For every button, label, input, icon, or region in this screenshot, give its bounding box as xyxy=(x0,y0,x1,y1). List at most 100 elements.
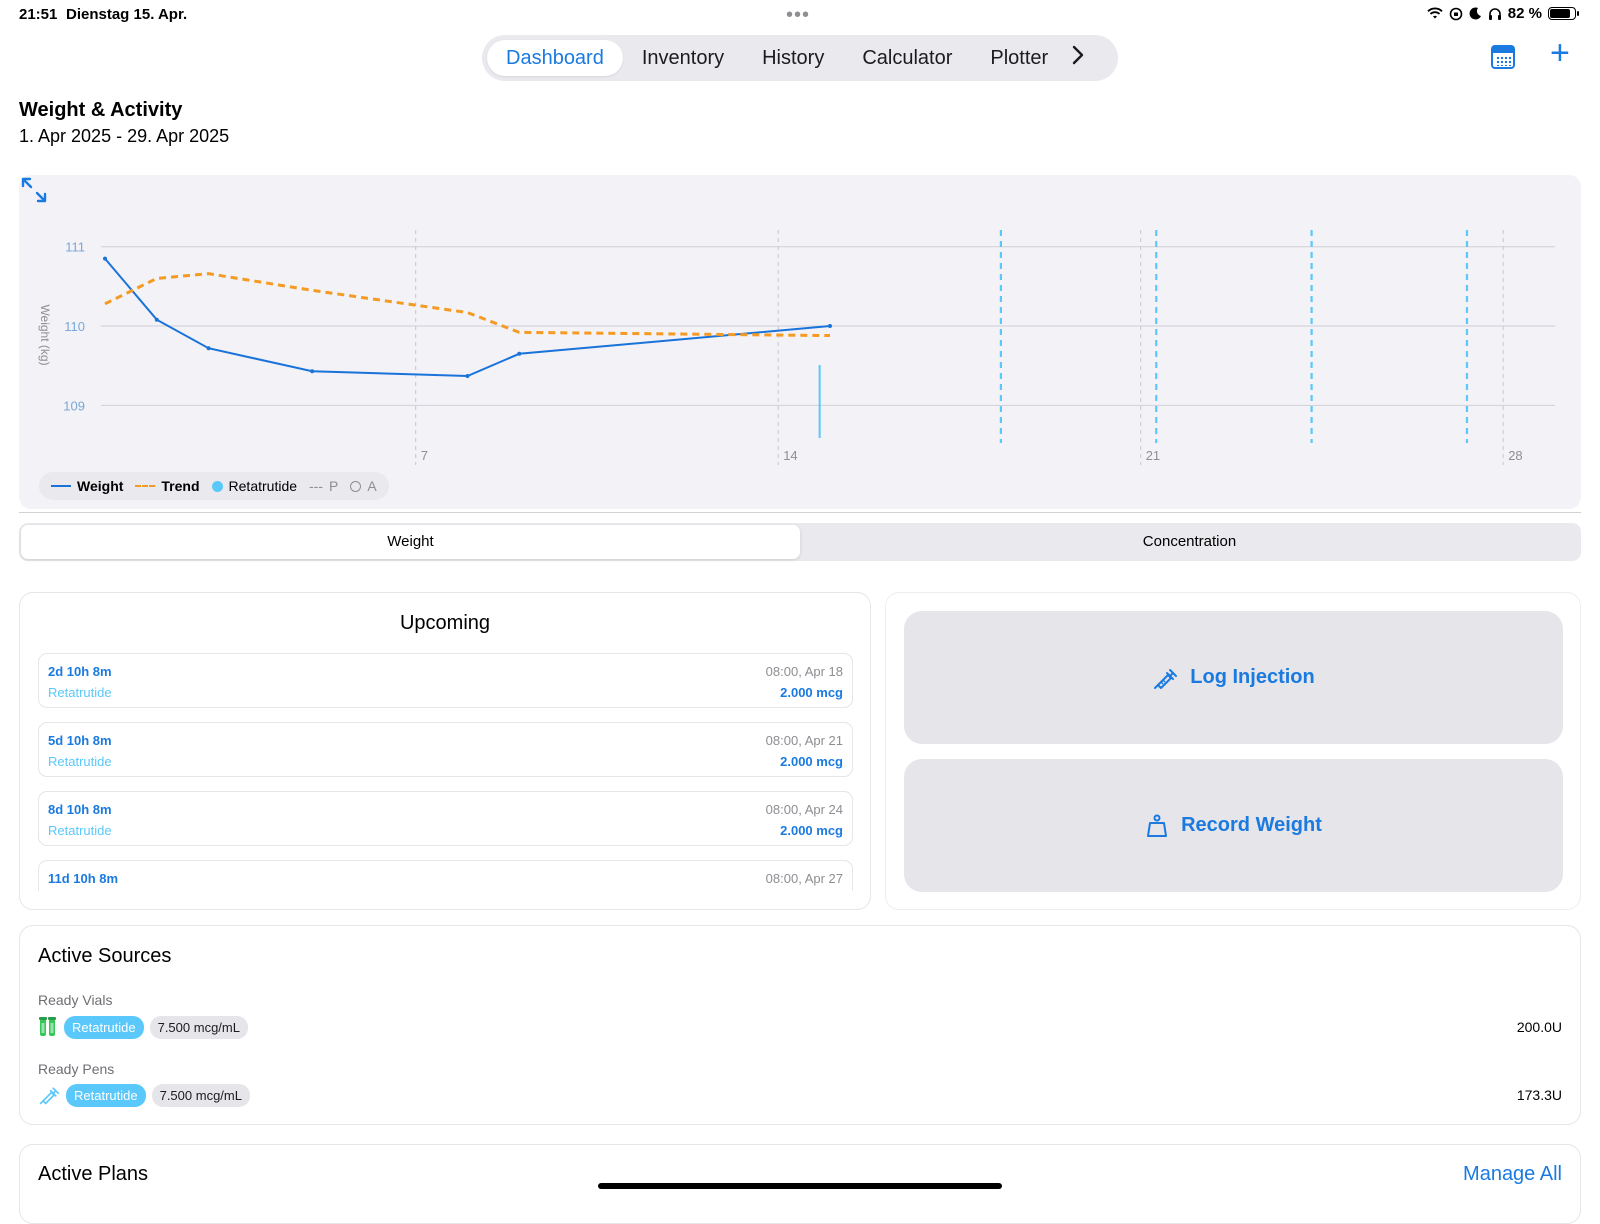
upcoming-countdown: 2d 10h 8m xyxy=(48,664,112,679)
segment-weight[interactable]: Weight xyxy=(21,525,800,559)
weight-point xyxy=(103,256,107,261)
tab-calculator[interactable]: Calculator xyxy=(843,40,971,76)
manage-all-link[interactable]: Manage All xyxy=(1463,1163,1562,1186)
y-tick-label: 110 xyxy=(64,319,85,334)
weight-point xyxy=(154,317,159,322)
orientation-lock-icon xyxy=(1449,7,1463,20)
upcoming-list[interactable]: 2d 10h 8m Retatrutide 08:00, Apr 18 2.000 m… xyxy=(38,653,853,891)
upcoming-item[interactable]: 11d 10h 8m 08:00, Apr 27 xyxy=(38,860,853,891)
upcoming-drug: Retatrutide xyxy=(48,754,112,769)
wifi-icon xyxy=(1427,7,1443,19)
home-indicator[interactable] xyxy=(598,1183,1002,1189)
weight-point xyxy=(828,324,832,329)
legend-p-label: P xyxy=(329,478,339,494)
headphones-icon xyxy=(1488,7,1501,20)
weight-point xyxy=(206,346,211,351)
record-weight-button[interactable]: Record Weight xyxy=(904,759,1563,892)
pen-source-row[interactable]: Retatrutide 7.500 mcg/mL 173.3U xyxy=(38,1083,1562,1107)
log-injection-button[interactable]: Log Injection xyxy=(904,611,1563,744)
chart-mode-segment: Weight Concentration xyxy=(19,523,1581,561)
upcoming-time: 08:00, Apr 21 xyxy=(765,733,843,748)
weight-point xyxy=(517,351,522,356)
status-time: 21:51 xyxy=(19,6,58,23)
weight-point xyxy=(310,369,315,374)
vial-amount: 200.0U xyxy=(1516,1019,1562,1035)
upcoming-title: Upcoming xyxy=(399,612,491,634)
record-weight-label: Record Weight xyxy=(1181,814,1322,836)
upcoming-drug: Retatrutide xyxy=(48,823,112,838)
tab-bar: Dashboard Inventory History Calculator Plott… xyxy=(482,35,1118,81)
pen-concentration-badge: 7.500 mcg/mL xyxy=(151,1083,250,1107)
battery-percent: 82 % xyxy=(1507,5,1542,22)
x-tick-label: 21 xyxy=(1146,448,1160,463)
pen-amount: 173.3U xyxy=(1516,1087,1562,1103)
log-injection-label: Log Injection xyxy=(1190,666,1315,688)
upcoming-dose: 2.000 mcg xyxy=(780,685,843,700)
legend-weight-label: Weight xyxy=(77,478,124,494)
upcoming-dose: 2.000 mcg xyxy=(780,823,843,838)
vial-source-row[interactable]: Retatrutide 7.500 mcg/mL 200.0U xyxy=(38,1015,1562,1039)
upcoming-drug: Retatrutide xyxy=(48,685,112,700)
legend-line-swatch xyxy=(51,485,71,487)
ready-vials-label: Ready Vials xyxy=(38,992,113,1008)
battery-icon xyxy=(1548,7,1579,20)
legend-retatrutide: Retatrutide xyxy=(211,478,298,494)
upcoming-dose: 2.000 mcg xyxy=(780,754,843,769)
upcoming-time: 08:00, Apr 18 xyxy=(765,664,843,679)
chart-svg: 109 110 111 7 14 21 28 Weight (kg) xyxy=(38,230,1555,465)
expand-icon[interactable] xyxy=(19,175,49,205)
upcoming-item[interactable]: 5d 10h 8m Retatrutide 08:00, Apr 21 2.000 m… xyxy=(38,722,853,777)
upcoming-item[interactable]: 8d 10h 8m Retatrutide 08:00, Apr 24 2.000 m… xyxy=(38,791,853,846)
upcoming-time: 08:00, Apr 27 xyxy=(765,871,843,886)
legend-trend: Trend xyxy=(135,478,200,494)
status-icons: 82 % xyxy=(1427,5,1579,22)
upcoming-countdown: 5d 10h 8m xyxy=(48,733,112,748)
upcoming-time: 08:00, Apr 24 xyxy=(765,802,843,817)
legend-p-marker: --- xyxy=(309,478,324,494)
tab-dashboard[interactable]: Dashboard xyxy=(487,40,623,76)
calendar-icon[interactable] xyxy=(1491,45,1515,69)
status-bar: 21:51 Dienstag 15. Apr. ••• 82 % xyxy=(0,0,1600,28)
tab-history[interactable]: History xyxy=(743,40,843,76)
upcoming-countdown: 11d 10h 8m xyxy=(48,871,119,886)
segment-concentration[interactable]: Concentration xyxy=(800,525,1579,559)
weight-chart[interactable]: 109 110 111 7 14 21 28 Weight (kg) Weight Trend… xyxy=(19,175,1581,509)
x-tick-label: 7 xyxy=(421,448,428,463)
moon-icon xyxy=(1469,7,1481,20)
syringe-icon xyxy=(1154,668,1178,689)
tab-inventory[interactable]: Inventory xyxy=(623,40,743,76)
legend-p: --- P xyxy=(309,478,338,494)
y-tick-label: 109 xyxy=(63,398,85,413)
date-range: 1. Apr 2025 - 29. Apr 2025 xyxy=(19,126,230,146)
chevron-right-icon[interactable] xyxy=(1071,44,1085,72)
divider xyxy=(19,512,1581,513)
y-tick-label: 111 xyxy=(65,240,85,255)
x-tick-label: 14 xyxy=(783,448,797,463)
x-tick-label: 28 xyxy=(1508,448,1522,463)
upcoming-countdown: 8d 10h 8m xyxy=(48,802,112,817)
add-button[interactable]: + xyxy=(1550,36,1570,70)
multitasking-dots[interactable]: ••• xyxy=(786,4,810,27)
vial-drug-badge: Retatrutide xyxy=(64,1015,144,1039)
legend-a: A xyxy=(350,478,377,494)
vials-icon xyxy=(39,1017,56,1036)
legend-dash-swatch xyxy=(135,485,156,487)
quick-actions: Log Injection Record Weight xyxy=(885,592,1581,910)
legend-trend-label: Trend xyxy=(161,478,200,494)
pen-drug-badge: Retatrutide xyxy=(66,1083,146,1107)
pen-syringe-icon xyxy=(39,1087,60,1105)
legend-retatrutide-label: Retatrutide xyxy=(228,478,298,494)
active-sources-title: Active Sources xyxy=(38,945,172,967)
upcoming-item[interactable]: 2d 10h 8m Retatrutide 08:00, Apr 18 2.000 m… xyxy=(38,653,853,708)
weight-series-line xyxy=(104,257,831,378)
scale-weight-icon xyxy=(1147,814,1168,837)
upcoming-card: Upcoming 2d 10h 8m Retatrutide 08:00, Apr … xyxy=(19,592,871,910)
legend-dot-swatch xyxy=(211,480,223,492)
status-date: Dienstag 15. Apr. xyxy=(66,6,188,23)
weight-point xyxy=(465,374,470,378)
tab-plotter[interactable]: Plotter xyxy=(971,40,1067,76)
legend-weight: Weight xyxy=(51,478,123,494)
ready-pens-label: Ready Pens xyxy=(38,1061,115,1077)
active-plans-title: Active Plans xyxy=(38,1163,149,1185)
legend-ring-swatch xyxy=(350,480,362,492)
